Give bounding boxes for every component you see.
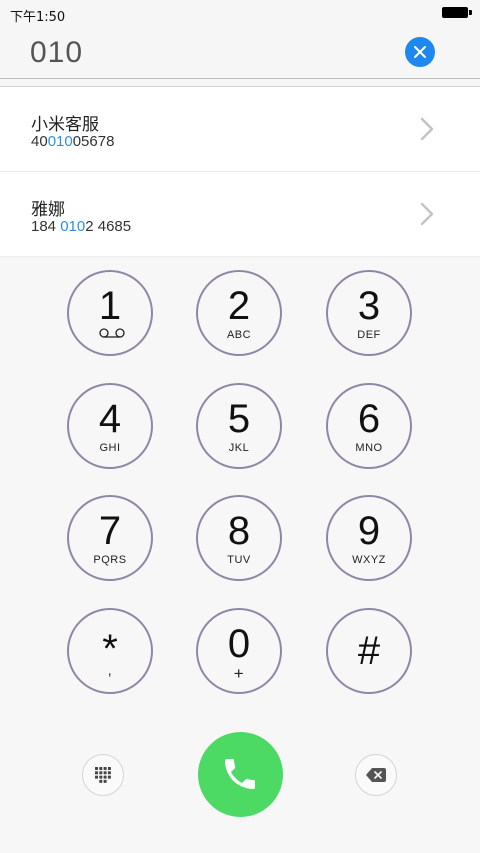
key-7[interactable]: 7 PQRS bbox=[67, 495, 153, 581]
dialpad-toggle-button[interactable] bbox=[82, 754, 124, 796]
contact-row[interactable]: 雅娜 184 0102 4685 bbox=[0, 172, 480, 257]
dial-header: 010 bbox=[0, 26, 480, 79]
key-6[interactable]: 6 MNO bbox=[326, 383, 412, 469]
contact-number: 184 0102 4685 bbox=[31, 218, 132, 235]
voicemail-icon bbox=[99, 328, 125, 338]
contact-results-list: 小米客服 4001005678 雅娜 184 0102 4685 bbox=[0, 87, 480, 257]
key-0[interactable]: 0 + bbox=[196, 608, 282, 694]
dialpad: 1 2 ABC 3 DEF 4 GHI 5 JKL 6 MNO 7 PQRS 8… bbox=[0, 258, 480, 853]
key-4[interactable]: 4 GHI bbox=[67, 383, 153, 469]
backspace-icon bbox=[366, 768, 386, 782]
close-icon bbox=[414, 46, 426, 58]
contact-name: 雅娜 bbox=[31, 200, 65, 220]
key-star[interactable]: * , bbox=[67, 608, 153, 694]
phone-icon bbox=[225, 759, 255, 789]
key-5[interactable]: 5 JKL bbox=[196, 383, 282, 469]
chevron-right-icon[interactable] bbox=[420, 117, 434, 141]
key-1[interactable]: 1 bbox=[67, 270, 153, 356]
number-match-highlight: 010 bbox=[47, 133, 73, 150]
clear-number-button[interactable] bbox=[405, 37, 435, 67]
key-9[interactable]: 9 WXYZ bbox=[326, 495, 412, 581]
key-pound[interactable]: # bbox=[326, 608, 412, 694]
contact-number: 4001005678 bbox=[31, 133, 115, 150]
key-3[interactable]: 3 DEF bbox=[326, 270, 412, 356]
header-divider bbox=[0, 79, 480, 87]
contact-row[interactable]: 小米客服 4001005678 bbox=[0, 87, 480, 172]
dialed-number[interactable]: 010 bbox=[30, 36, 83, 70]
status-bar: 下午1:50 bbox=[0, 0, 480, 26]
contact-name: 小米客服 bbox=[31, 115, 99, 135]
status-time: 下午1:50 bbox=[10, 10, 66, 25]
key-8[interactable]: 8 TUV bbox=[196, 495, 282, 581]
key-2[interactable]: 2 ABC bbox=[196, 270, 282, 356]
delete-button[interactable] bbox=[355, 754, 397, 796]
number-match-highlight: 010 bbox=[60, 218, 86, 235]
dialpad-icon bbox=[95, 767, 111, 783]
chevron-right-icon[interactable] bbox=[420, 202, 434, 226]
battery-icon bbox=[442, 7, 472, 18]
call-button[interactable] bbox=[198, 732, 283, 817]
